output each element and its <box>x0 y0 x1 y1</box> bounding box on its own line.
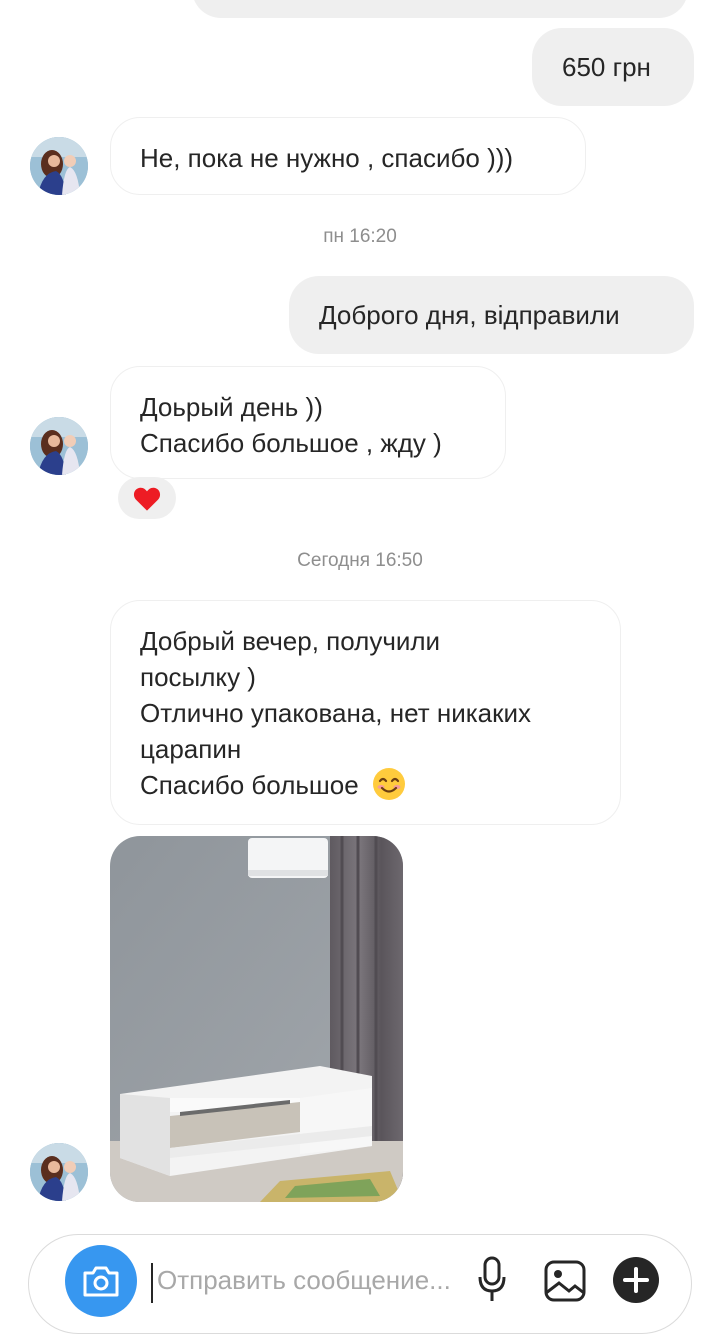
add-button[interactable] <box>613 1257 659 1303</box>
heart-icon <box>133 487 161 511</box>
text-cursor <box>151 1263 153 1303</box>
avatar[interactable] <box>30 1143 88 1201</box>
message-text-line-2: посылку ) <box>140 662 256 692</box>
incoming-message-bubble[interactable]: Не, пока не нужно , спасибо ))) <box>110 117 586 195</box>
incoming-message-bubble[interactable]: Добрый вечер, получили посылку ) Отлично… <box>110 600 621 825</box>
avatar[interactable] <box>30 417 88 475</box>
avatar[interactable] <box>30 137 88 195</box>
message-text-line-5: Спасибо большое <box>140 767 620 803</box>
plus-icon <box>623 1267 649 1293</box>
bed-photo-image <box>110 836 403 1202</box>
message-text-line-1: Доьрый день )) <box>140 392 323 422</box>
camera-icon <box>83 1266 119 1297</box>
message-text: Доброго дня, відправили <box>319 300 620 330</box>
smiling-face-emoji-icon <box>372 768 405 800</box>
incoming-message-bubble[interactable]: Доьрый день )) Спасибо большое , жду ) <box>110 366 506 479</box>
message-composer[interactable]: Отправить сообщение... <box>28 1234 692 1334</box>
previous-message-bubble[interactable] <box>192 0 688 18</box>
outgoing-message-bubble[interactable]: Доброго дня, відправили <box>289 276 694 354</box>
timestamp: Сегодня 16:50 <box>297 550 423 571</box>
message-text-line-3: Отлично упакована, нет никаких <box>140 698 532 728</box>
message-text-line-2: Спасибо большое , жду ) <box>140 428 442 458</box>
camera-button[interactable] <box>65 1245 137 1317</box>
message-text-line-1: Добрый вечер, получили <box>140 626 441 656</box>
gallery-icon[interactable] <box>543 1259 587 1303</box>
message-text: Спасибо большое <box>140 770 359 800</box>
outgoing-message-bubble[interactable]: 650 грн <box>532 28 694 106</box>
microphone-icon[interactable] <box>477 1255 507 1305</box>
message-text: 650 грн <box>562 52 651 82</box>
reaction-badge[interactable] <box>118 477 176 519</box>
timestamp: пн 16:20 <box>323 226 397 247</box>
message-text-line-4: царапин <box>140 734 242 764</box>
photo-message[interactable] <box>110 836 403 1202</box>
avatar-image <box>30 1143 88 1201</box>
avatar-image <box>30 417 88 475</box>
message-text: Не, пока не нужно , спасибо ))) <box>140 143 514 173</box>
message-input[interactable]: Отправить сообщение... <box>157 1265 451 1296</box>
avatar-image <box>30 137 88 195</box>
